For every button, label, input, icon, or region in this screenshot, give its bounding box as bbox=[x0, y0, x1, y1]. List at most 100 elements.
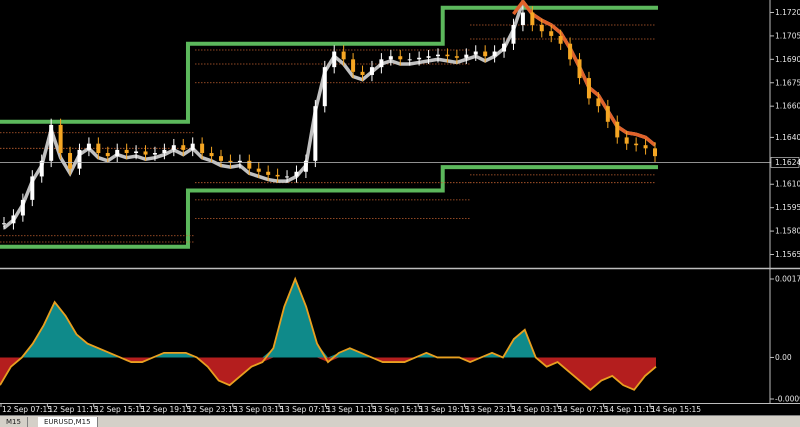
candle-body bbox=[105, 153, 110, 157]
time-tick-label: 13 Sep 19:15 bbox=[419, 405, 469, 414]
candle-body bbox=[596, 98, 601, 107]
candle-body bbox=[313, 106, 318, 161]
candle-body bbox=[332, 51, 337, 68]
candle-body bbox=[369, 67, 374, 75]
candle-body bbox=[511, 24, 516, 44]
candle-body bbox=[568, 43, 573, 60]
candle-body bbox=[77, 149, 82, 169]
candle-body bbox=[134, 151, 139, 154]
candle-body bbox=[351, 59, 356, 72]
candle-body bbox=[653, 148, 657, 157]
candle-body bbox=[266, 171, 271, 175]
candle-body bbox=[96, 143, 101, 154]
candle-body bbox=[454, 56, 459, 58]
price-tick-label: 1.1580 bbox=[775, 227, 800, 236]
current-price-label: 1.1624 bbox=[775, 158, 800, 167]
time-tick-label: 13 Sep 15:15 bbox=[373, 405, 423, 414]
candle-body bbox=[615, 121, 620, 138]
price-tick-label: 1.1675 bbox=[775, 78, 800, 87]
price-pane bbox=[0, 0, 770, 249]
time-tick-label: 12 Sep 15:15 bbox=[95, 405, 145, 414]
time-tick-label: 12 Sep 11:15 bbox=[48, 405, 98, 414]
time-tick-label: 13 Sep 03:15 bbox=[234, 405, 284, 414]
candle-body bbox=[436, 54, 440, 57]
price-tick-label: 1.1610 bbox=[775, 180, 800, 189]
candle-body bbox=[417, 57, 422, 60]
time-tick-label: 14 Sep 07:15 bbox=[558, 405, 608, 414]
candle-body bbox=[171, 145, 176, 150]
candle-body bbox=[275, 174, 280, 177]
oscillator-line bbox=[0, 276, 657, 391]
candle-body bbox=[605, 106, 610, 122]
candle-body bbox=[30, 176, 35, 200]
candle-body bbox=[445, 54, 450, 57]
candle-body bbox=[181, 145, 186, 150]
candle-body bbox=[530, 12, 535, 25]
candle-body bbox=[39, 160, 44, 177]
time-tick-label: 14 Sep 11:15 bbox=[605, 405, 655, 414]
candle-body bbox=[2, 223, 6, 225]
oscillator-positive-area bbox=[0, 279, 656, 358]
candle-body bbox=[634, 143, 639, 146]
price-tick-label: 1.1720 bbox=[775, 8, 800, 17]
candle-body bbox=[294, 171, 299, 177]
candle-body bbox=[360, 71, 365, 75]
time-tick-label: 12 Sep 07:15 bbox=[2, 405, 52, 414]
time-tick-label: 12 Sep 19:15 bbox=[141, 405, 191, 414]
time-tick-label: 14 Sep 03:15 bbox=[512, 405, 562, 414]
candle-body bbox=[492, 51, 497, 57]
candle-body bbox=[322, 67, 327, 107]
candle-body bbox=[341, 51, 346, 60]
price-tick-label: 1.1690 bbox=[775, 55, 800, 64]
trailing-line-down bbox=[512, 0, 657, 147]
candle-body bbox=[200, 143, 205, 154]
candle-body bbox=[379, 59, 384, 68]
candle-body bbox=[643, 145, 648, 149]
price-tick-label: 1.1595 bbox=[775, 203, 800, 212]
candle-body bbox=[256, 168, 261, 172]
candle-body bbox=[586, 78, 591, 99]
candle-body bbox=[152, 153, 157, 155]
osc-tick-label: 0.0017 bbox=[775, 275, 800, 284]
time-tick-label: 14 Sep 15:15 bbox=[651, 405, 701, 414]
candle-body bbox=[539, 24, 544, 32]
candle-body bbox=[219, 156, 223, 161]
candle-body bbox=[464, 54, 469, 58]
candle-body bbox=[68, 153, 73, 169]
candle-body bbox=[11, 215, 16, 224]
oscillator-pane bbox=[0, 276, 657, 391]
chart-canvas: 1.1720 1.1705 1.1690 1.1675 1.1660 1.1640 1.16… bbox=[0, 0, 800, 414]
candle-body bbox=[398, 56, 403, 60]
price-tick-label: 1.1640 bbox=[775, 133, 800, 142]
trailing-line bbox=[2, 0, 657, 230]
candle-body bbox=[20, 199, 25, 216]
candle-body bbox=[520, 12, 525, 25]
price-tick-label: 1.1660 bbox=[775, 102, 800, 111]
candle-body bbox=[549, 31, 554, 36]
candle-body bbox=[285, 176, 290, 178]
osc-tick-label: -0.0009 bbox=[775, 395, 800, 404]
candle-body bbox=[86, 143, 91, 150]
candle-body bbox=[115, 149, 120, 157]
time-tick-label: 13 Sep 11:15 bbox=[327, 405, 377, 414]
lower-channel-line bbox=[0, 165, 658, 249]
candle-body bbox=[190, 143, 195, 150]
candle-body bbox=[388, 56, 393, 60]
time-tick-label: 13 Sep 23:15 bbox=[466, 405, 516, 414]
time-tick-label: 13 Sep 07:15 bbox=[280, 405, 330, 414]
candle-body bbox=[624, 137, 629, 144]
time-tick-label: 12 Sep 23:15 bbox=[187, 405, 237, 414]
price-tick-label: 1.1565 bbox=[775, 250, 800, 259]
osc-tick-label: 0.00 bbox=[775, 353, 792, 362]
candle-body bbox=[483, 51, 488, 57]
candle-body bbox=[558, 35, 563, 44]
candle-body bbox=[143, 151, 148, 155]
candle-body bbox=[209, 153, 214, 157]
candle-body bbox=[502, 43, 507, 52]
candle-body bbox=[473, 51, 478, 55]
chart-tab-bar: M15 EURUSD,M15 bbox=[0, 415, 800, 427]
candle-body bbox=[49, 124, 54, 161]
candle-body bbox=[58, 124, 63, 154]
price-tick-label: 1.1705 bbox=[775, 31, 800, 40]
candle-body bbox=[407, 59, 412, 61]
